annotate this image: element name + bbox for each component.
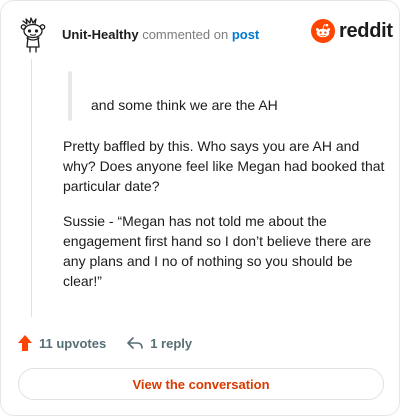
reply-button[interactable]: 1 reply	[126, 335, 192, 351]
comment-header: Unit-Healthy commented on post	[62, 27, 259, 42]
reddit-snoo-icon	[311, 19, 335, 43]
avatar[interactable]	[17, 15, 49, 55]
upvote-button[interactable]: 11 upvotes	[17, 334, 106, 352]
comment-actions: 11 upvotes 1 reply	[17, 334, 192, 352]
comment-paragraph: Sussie - “Megan has not told me about th…	[63, 213, 372, 289]
post-link[interactable]: post	[232, 27, 259, 42]
upvotes-count: 11 upvotes	[39, 335, 107, 351]
upvote-arrow-icon	[18, 335, 32, 351]
comment-paragraph: Pretty baffled by this. Who says you are…	[63, 138, 385, 194]
reddit-wordmark: reddit	[339, 19, 393, 42]
quoted-text: and some think we are the AH	[91, 97, 278, 113]
reddit-logo[interactable]: reddit	[311, 19, 393, 43]
author-name[interactable]: Unit-Healthy	[62, 27, 139, 42]
view-conversation-button[interactable]: View the conversation	[18, 368, 384, 400]
thread-line	[31, 59, 32, 317]
action-text: commented on	[142, 27, 229, 42]
snoo-avatar-icon	[20, 17, 46, 53]
reply-icon	[127, 337, 144, 349]
comment-embed-card: Unit-Healthy commented on post reddit an…	[0, 0, 400, 416]
quote-bar	[68, 71, 72, 121]
reply-count: 1 reply	[150, 335, 193, 351]
